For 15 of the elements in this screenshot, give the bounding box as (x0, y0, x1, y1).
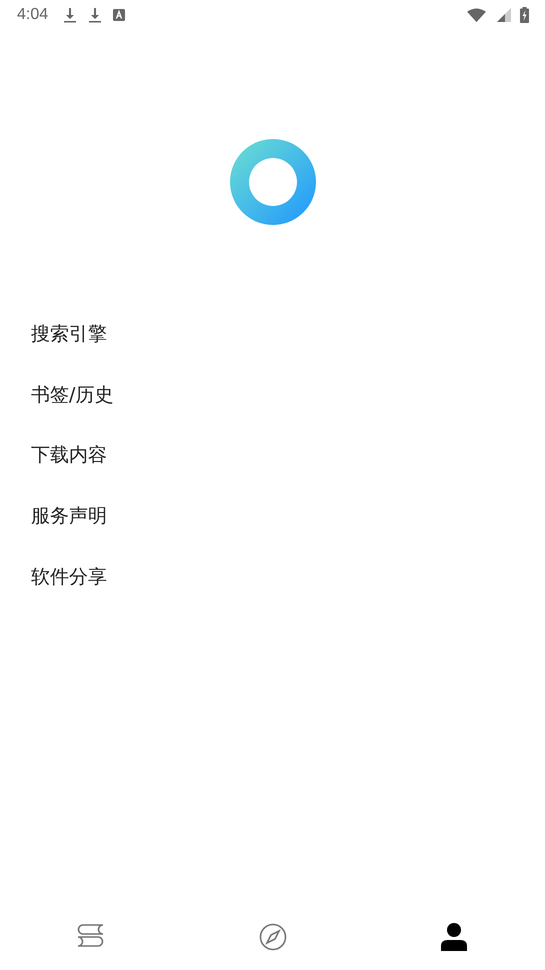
menu-item[interactable]: 搜索引擎 (0, 304, 107, 365)
signal-icon (497, 8, 511, 22)
compass-icon (258, 923, 286, 951)
menu-item[interactable]: 书签/历史 (0, 364, 114, 426)
download-icon (88, 7, 102, 23)
menu-item[interactable]: 软件分享 (0, 546, 107, 607)
status-time: 4:04 (17, 6, 48, 24)
person-icon (441, 923, 468, 951)
wifi-icon (467, 8, 486, 22)
books-icon (76, 924, 105, 950)
menu-item[interactable]: 下载内容 (0, 425, 107, 486)
app-notification-icon (113, 9, 126, 21)
download-icon (63, 7, 78, 23)
battery-icon (520, 7, 529, 23)
menu-item[interactable]: 服务声明 (0, 486, 107, 546)
